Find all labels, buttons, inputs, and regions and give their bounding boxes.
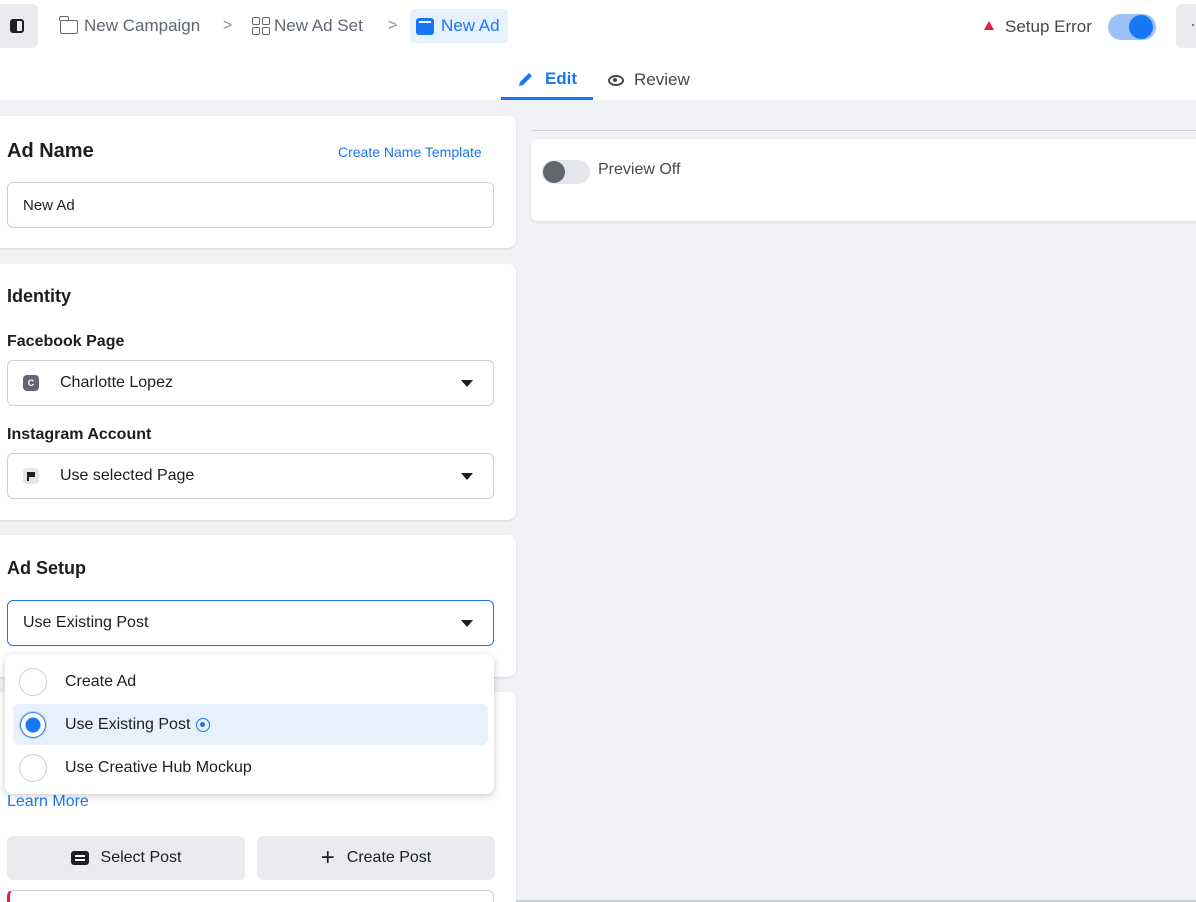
option-create-ad[interactable]: Create Ad (13, 661, 488, 702)
learn-more-link[interactable]: Learn More (7, 793, 89, 811)
chevron-right-icon: > (223, 17, 233, 34)
ad-status-toggle[interactable] (1108, 14, 1156, 40)
breadcrumb-ad[interactable]: New Ad (410, 9, 508, 43)
divider (532, 130, 1196, 131)
ad-icon (416, 17, 434, 35)
ad-name-input[interactable]: New Ad (7, 182, 494, 228)
page-avatar: C (23, 375, 39, 391)
target-icon (196, 717, 211, 732)
identity-title: Identity (7, 286, 72, 306)
breadcrumb-adset[interactable]: New Ad Set (252, 8, 363, 44)
facebook-page-label: Facebook Page (7, 333, 125, 350)
next-field (7, 890, 494, 902)
ad-name-card: Ad Name Create Name Template New Ad (0, 116, 516, 248)
folder-icon (59, 16, 78, 34)
radio-selected (19, 710, 47, 739)
ad-setup-title: Ad Setup (7, 558, 86, 578)
sidebar-panel-icon (10, 19, 24, 33)
plus-icon: + (320, 844, 335, 871)
eye-icon (608, 74, 624, 86)
option-label: Use Creative Hub Mockup (65, 758, 252, 776)
pencil-icon (517, 70, 535, 88)
radio-unselected (19, 667, 47, 696)
preview-label: Preview Off (598, 161, 681, 178)
option-creative-hub-mockup[interactable]: Use Creative Hub Mockup (13, 747, 488, 788)
caret-down-icon (461, 620, 473, 627)
ad-setup-value: Use Existing Post (23, 614, 149, 631)
ad-name-title: Ad Name (7, 140, 94, 162)
adset-grid-icon (252, 17, 270, 35)
flag-icon (23, 468, 39, 484)
warning-icon (984, 21, 994, 30)
ad-setup-dropdown-menu: Create Ad Use Existing Post Use Creative… (5, 654, 494, 794)
setup-error-label: Setup Error (1005, 17, 1092, 36)
more-options-button[interactable]: · (1176, 4, 1196, 48)
panel-toggle-button[interactable] (0, 4, 38, 48)
tab-review-label: Review (634, 70, 690, 89)
option-use-existing-post[interactable]: Use Existing Post (13, 704, 488, 745)
ad-name-value: New Ad (23, 196, 75, 214)
tab-review[interactable]: Review (608, 60, 690, 100)
radio-unselected (19, 753, 47, 782)
select-post-button[interactable]: Select Post (7, 836, 245, 880)
top-bar: New Campaign > New Ad Set > New Ad Setup… (0, 0, 1196, 100)
ad-setup-select[interactable]: Use Existing Post (7, 600, 494, 646)
setup-error-status[interactable]: Setup Error (984, 17, 1092, 37)
create-post-label: Create Post (346, 849, 432, 866)
facebook-page-select[interactable]: C Charlotte Lopez (7, 360, 494, 406)
instagram-account-label: Instagram Account (7, 426, 152, 443)
breadcrumb-campaign[interactable]: New Campaign (59, 8, 201, 44)
option-label: Create Ad (65, 672, 137, 690)
breadcrumb-adset-label: New Ad Set (274, 16, 363, 35)
option-label: Use Existing Post (65, 715, 191, 733)
tab-edit[interactable]: Edit (501, 60, 593, 100)
preview-toggle[interactable] (542, 160, 590, 184)
create-name-template-link[interactable]: Create Name Template (338, 144, 482, 160)
identity-card: Identity Facebook Page C Charlotte Lopez… (0, 264, 516, 520)
breadcrumb-campaign-label: New Campaign (84, 16, 201, 35)
instagram-account-select[interactable]: Use selected Page (7, 453, 494, 499)
preview-card: Preview Off (531, 139, 1196, 221)
select-post-label: Select Post (100, 849, 182, 866)
instagram-account-value: Use selected Page (60, 467, 195, 484)
toggle-knob (543, 161, 565, 183)
more-icon: · (1190, 14, 1196, 34)
breadcrumb-ad-label: New Ad (441, 16, 500, 35)
tab-edit-label: Edit (544, 68, 578, 88)
facebook-page-value: Charlotte Lopez (60, 374, 173, 391)
post-icon (70, 851, 89, 865)
chevron-right-icon: > (388, 17, 398, 34)
caret-down-icon (461, 380, 473, 387)
toggle-knob (1129, 15, 1153, 39)
create-post-button[interactable]: + Create Post (257, 836, 495, 880)
caret-down-icon (461, 473, 473, 480)
